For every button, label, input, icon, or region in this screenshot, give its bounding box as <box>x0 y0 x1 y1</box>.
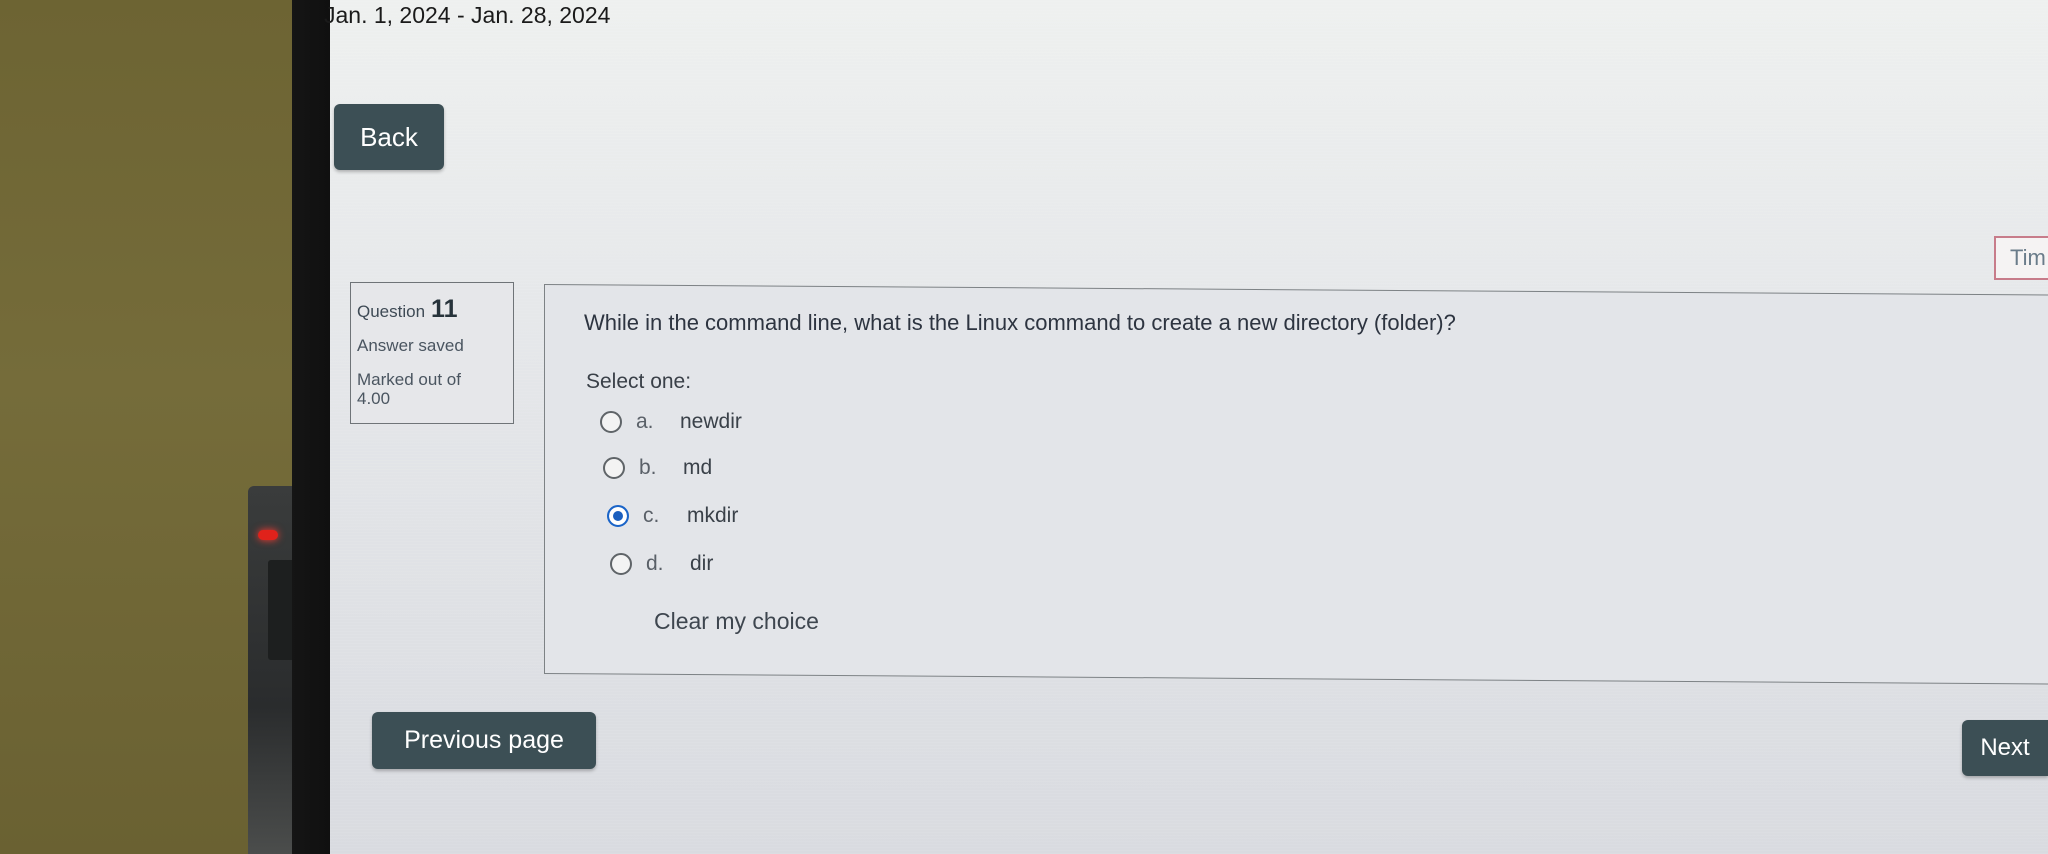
option-c-label: mkdir <box>687 504 739 527</box>
option-c[interactable]: c. mkdir <box>607 504 738 528</box>
option-d[interactable]: d. dir <box>610 552 713 576</box>
timer-tab[interactable]: Tim <box>1994 236 2048 280</box>
question-text: While in the command line, what is the L… <box>584 310 1456 335</box>
radio-option-b[interactable] <box>603 457 625 479</box>
option-c-letter: c. <box>643 504 660 527</box>
question-info-panel: Question 11 Answer saved Marked out of 4… <box>350 282 514 424</box>
previous-page-button[interactable]: Previous page <box>372 712 596 769</box>
device-red-led <box>258 530 278 540</box>
option-a-label: newdir <box>680 410 742 433</box>
option-b-label: md <box>683 456 713 479</box>
option-a-letter: a. <box>636 410 654 433</box>
marked-out-of-label: Marked out of <box>357 370 461 389</box>
question-heading: Question 11 <box>357 295 507 324</box>
clear-choice-link[interactable]: Clear my choice <box>654 608 819 635</box>
next-page-button[interactable]: Next <box>1962 720 2048 776</box>
option-d-letter: d. <box>646 552 664 575</box>
answer-status: Answer saved <box>357 336 464 355</box>
select-one-prompt: Select one: <box>586 370 692 393</box>
question-number: 11 <box>431 295 458 323</box>
question-word: Question <box>357 302 426 321</box>
option-d-label: dir <box>690 552 714 575</box>
radio-option-c-selected[interactable] <box>607 505 629 527</box>
radio-option-a[interactable] <box>600 411 622 433</box>
option-b-letter: b. <box>639 456 657 479</box>
radio-option-d[interactable] <box>610 553 632 575</box>
back-button[interactable]: Back <box>334 104 444 170</box>
question-points: 4.00 <box>357 389 391 408</box>
marked-out-of: Marked out of 4.00 <box>357 370 507 408</box>
option-a[interactable]: a. newdir <box>600 410 742 434</box>
option-b[interactable]: b. md <box>603 456 712 480</box>
date-range: Jan. 1, 2024 - Jan. 28, 2024 <box>324 2 611 28</box>
